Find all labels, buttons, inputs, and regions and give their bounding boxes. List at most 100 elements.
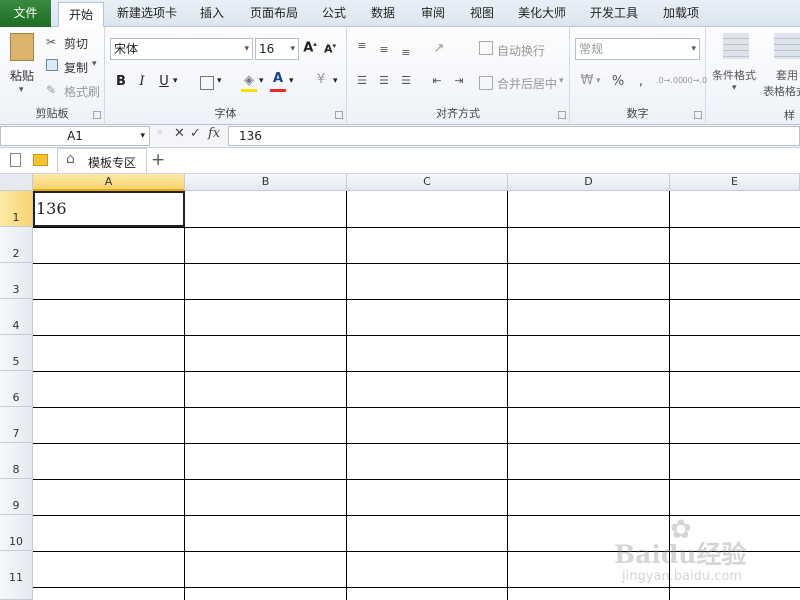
add-tab-button[interactable]: +: [151, 150, 165, 170]
merge-dropdown-icon[interactable]: ▾: [559, 76, 564, 86]
tab-formulas[interactable]: 公式: [314, 0, 354, 27]
underline-dropdown-icon[interactable]: ▾: [173, 76, 178, 86]
decrease-indent-icon[interactable]: ⇤: [429, 74, 445, 87]
font-launcher-icon[interactable]: [335, 111, 343, 119]
tab-developer[interactable]: 开发工具: [584, 0, 644, 27]
phonetic-dropdown-icon[interactable]: ▾: [333, 76, 338, 86]
row-header-2[interactable]: 2: [0, 227, 33, 263]
column-header-e[interactable]: E: [670, 174, 800, 191]
row-header-10[interactable]: 10: [0, 515, 33, 551]
font-size-select[interactable]: 16 ▾: [255, 38, 299, 60]
font-color-button[interactable]: A: [271, 71, 285, 86]
bold-button[interactable]: B: [114, 74, 128, 89]
cut-button[interactable]: 剪切: [64, 35, 88, 52]
italic-button[interactable]: I: [135, 74, 149, 89]
font-name-select[interactable]: 宋体 ▾: [110, 38, 253, 60]
conditional-dropdown-icon[interactable]: ▾: [732, 83, 737, 93]
orientation-icon[interactable]: ↗: [429, 41, 449, 56]
copy-button[interactable]: 复制: [64, 59, 88, 76]
copy-icon: [46, 59, 58, 71]
currency-dropdown-icon[interactable]: ▾: [596, 76, 601, 86]
increase-indent-icon[interactable]: ⇥: [451, 74, 467, 87]
grid-line: [33, 479, 800, 480]
cancel-icon[interactable]: ✕: [174, 126, 185, 141]
column-header-b[interactable]: B: [185, 174, 347, 191]
tab-home[interactable]: 开始: [58, 2, 104, 28]
table-format-icon[interactable]: [774, 33, 800, 59]
underline-button[interactable]: U: [157, 74, 171, 89]
align-center-icon[interactable]: ☰: [377, 74, 391, 87]
paste-button[interactable]: 粘贴: [10, 67, 34, 84]
align-left-icon[interactable]: ☰: [355, 74, 369, 87]
borders-dropdown-icon[interactable]: ▾: [217, 76, 222, 86]
fill-color-icon[interactable]: ◈: [241, 73, 257, 88]
tab-view[interactable]: 视图: [462, 0, 502, 27]
comma-button[interactable]: ,: [636, 74, 646, 89]
percent-button[interactable]: %: [610, 74, 626, 89]
conditional-format-icon[interactable]: [723, 33, 749, 59]
alignment-group: ≡ ≡ ≡ ↗ 自动换行 ☰ ☰ ☰ ⇤ ⇥ 合并后居中 ▾ 对齐方式: [347, 27, 570, 125]
table-format-label-a[interactable]: 套用: [776, 67, 798, 83]
template-tab-label: 模板专区: [88, 156, 137, 170]
tab-data[interactable]: 数据: [363, 0, 403, 27]
align-middle-icon[interactable]: ≡: [377, 43, 391, 56]
tab-new[interactable]: 新建选项卡: [109, 0, 185, 27]
table-format-label-b[interactable]: 表格格式: [763, 83, 800, 99]
row-header-4[interactable]: 4: [0, 299, 33, 335]
confirm-icon[interactable]: ✓: [190, 126, 201, 141]
insert-function-button[interactable]: fx: [208, 126, 220, 141]
row-header-8[interactable]: 8: [0, 443, 33, 479]
tab-file[interactable]: 文件: [0, 0, 51, 27]
font-size-value: 16: [259, 42, 275, 56]
number-format-select[interactable]: 常规 ▾: [575, 38, 700, 60]
grid-line: [33, 407, 800, 408]
copy-dropdown-icon[interactable]: ▾: [92, 59, 97, 69]
template-tab[interactable]: ⌂ 模板专区: [57, 148, 147, 173]
select-all-corner[interactable]: [0, 174, 33, 191]
phonetic-icon[interactable]: ¥: [313, 72, 329, 87]
paste-dropdown-icon[interactable]: ▾: [19, 85, 24, 95]
watermark-url: jingyan.baidu.com: [622, 569, 742, 584]
row-header-7[interactable]: 7: [0, 407, 33, 443]
row-header-3[interactable]: 3: [0, 263, 33, 299]
ribbon: 粘贴 ▾ ✂ 剪切 复制 ▾ ✎ 格式刷 剪贴板 宋体 ▾ 16 ▾ A▴ A▾ B…: [0, 27, 800, 138]
font-color-dropdown-icon[interactable]: ▾: [289, 76, 294, 86]
row-header-5[interactable]: 5: [0, 335, 33, 371]
increase-decimal-button[interactable]: .0→.00: [656, 76, 683, 85]
row-header-11[interactable]: 11: [0, 551, 33, 600]
align-bottom-icon[interactable]: ≡: [399, 46, 413, 59]
row-header-9[interactable]: 9: [0, 479, 33, 515]
name-box[interactable]: A1 ▾: [0, 126, 150, 146]
borders-icon[interactable]: [200, 76, 214, 90]
grid-line: [33, 443, 800, 444]
column-header-d[interactable]: D: [508, 174, 670, 191]
row-header-6[interactable]: 6: [0, 371, 33, 407]
tab-insert[interactable]: 插入: [192, 0, 232, 27]
grow-font-icon[interactable]: A▴: [303, 40, 317, 55]
clipboard-launcher-icon[interactable]: [93, 111, 101, 119]
wrap-text-button[interactable]: 自动换行: [497, 42, 545, 59]
tab-page-layout[interactable]: 页面布局: [244, 0, 304, 27]
new-file-icon[interactable]: [10, 153, 21, 167]
tab-review[interactable]: 审阅: [413, 0, 453, 27]
currency-icon[interactable]: ₩: [578, 73, 596, 88]
fill-dropdown-icon[interactable]: ▾: [259, 76, 264, 86]
column-header-c[interactable]: C: [347, 174, 508, 191]
formula-input[interactable]: 136: [228, 126, 800, 146]
decrease-decimal-button[interactable]: .00→.0: [680, 76, 707, 85]
alignment-launcher-icon[interactable]: [558, 111, 566, 119]
row-header-1[interactable]: 1: [0, 191, 33, 227]
shrink-font-icon[interactable]: A▾: [323, 42, 337, 56]
paste-icon[interactable]: [10, 33, 34, 61]
column-header-a[interactable]: A: [33, 174, 185, 191]
merge-center-button[interactable]: 合并后居中: [497, 75, 557, 92]
tab-beautify[interactable]: 美化大师: [512, 0, 572, 27]
tab-addins[interactable]: 加载项: [655, 0, 707, 27]
conditional-format-button[interactable]: 条件格式: [712, 67, 756, 83]
merge-icon: [479, 76, 493, 90]
align-right-icon[interactable]: ☰: [399, 74, 413, 87]
number-launcher-icon[interactable]: [694, 111, 702, 119]
folder-icon[interactable]: [33, 154, 48, 166]
format-painter-button[interactable]: 格式刷: [64, 83, 100, 100]
align-top-icon[interactable]: ≡: [355, 39, 369, 52]
